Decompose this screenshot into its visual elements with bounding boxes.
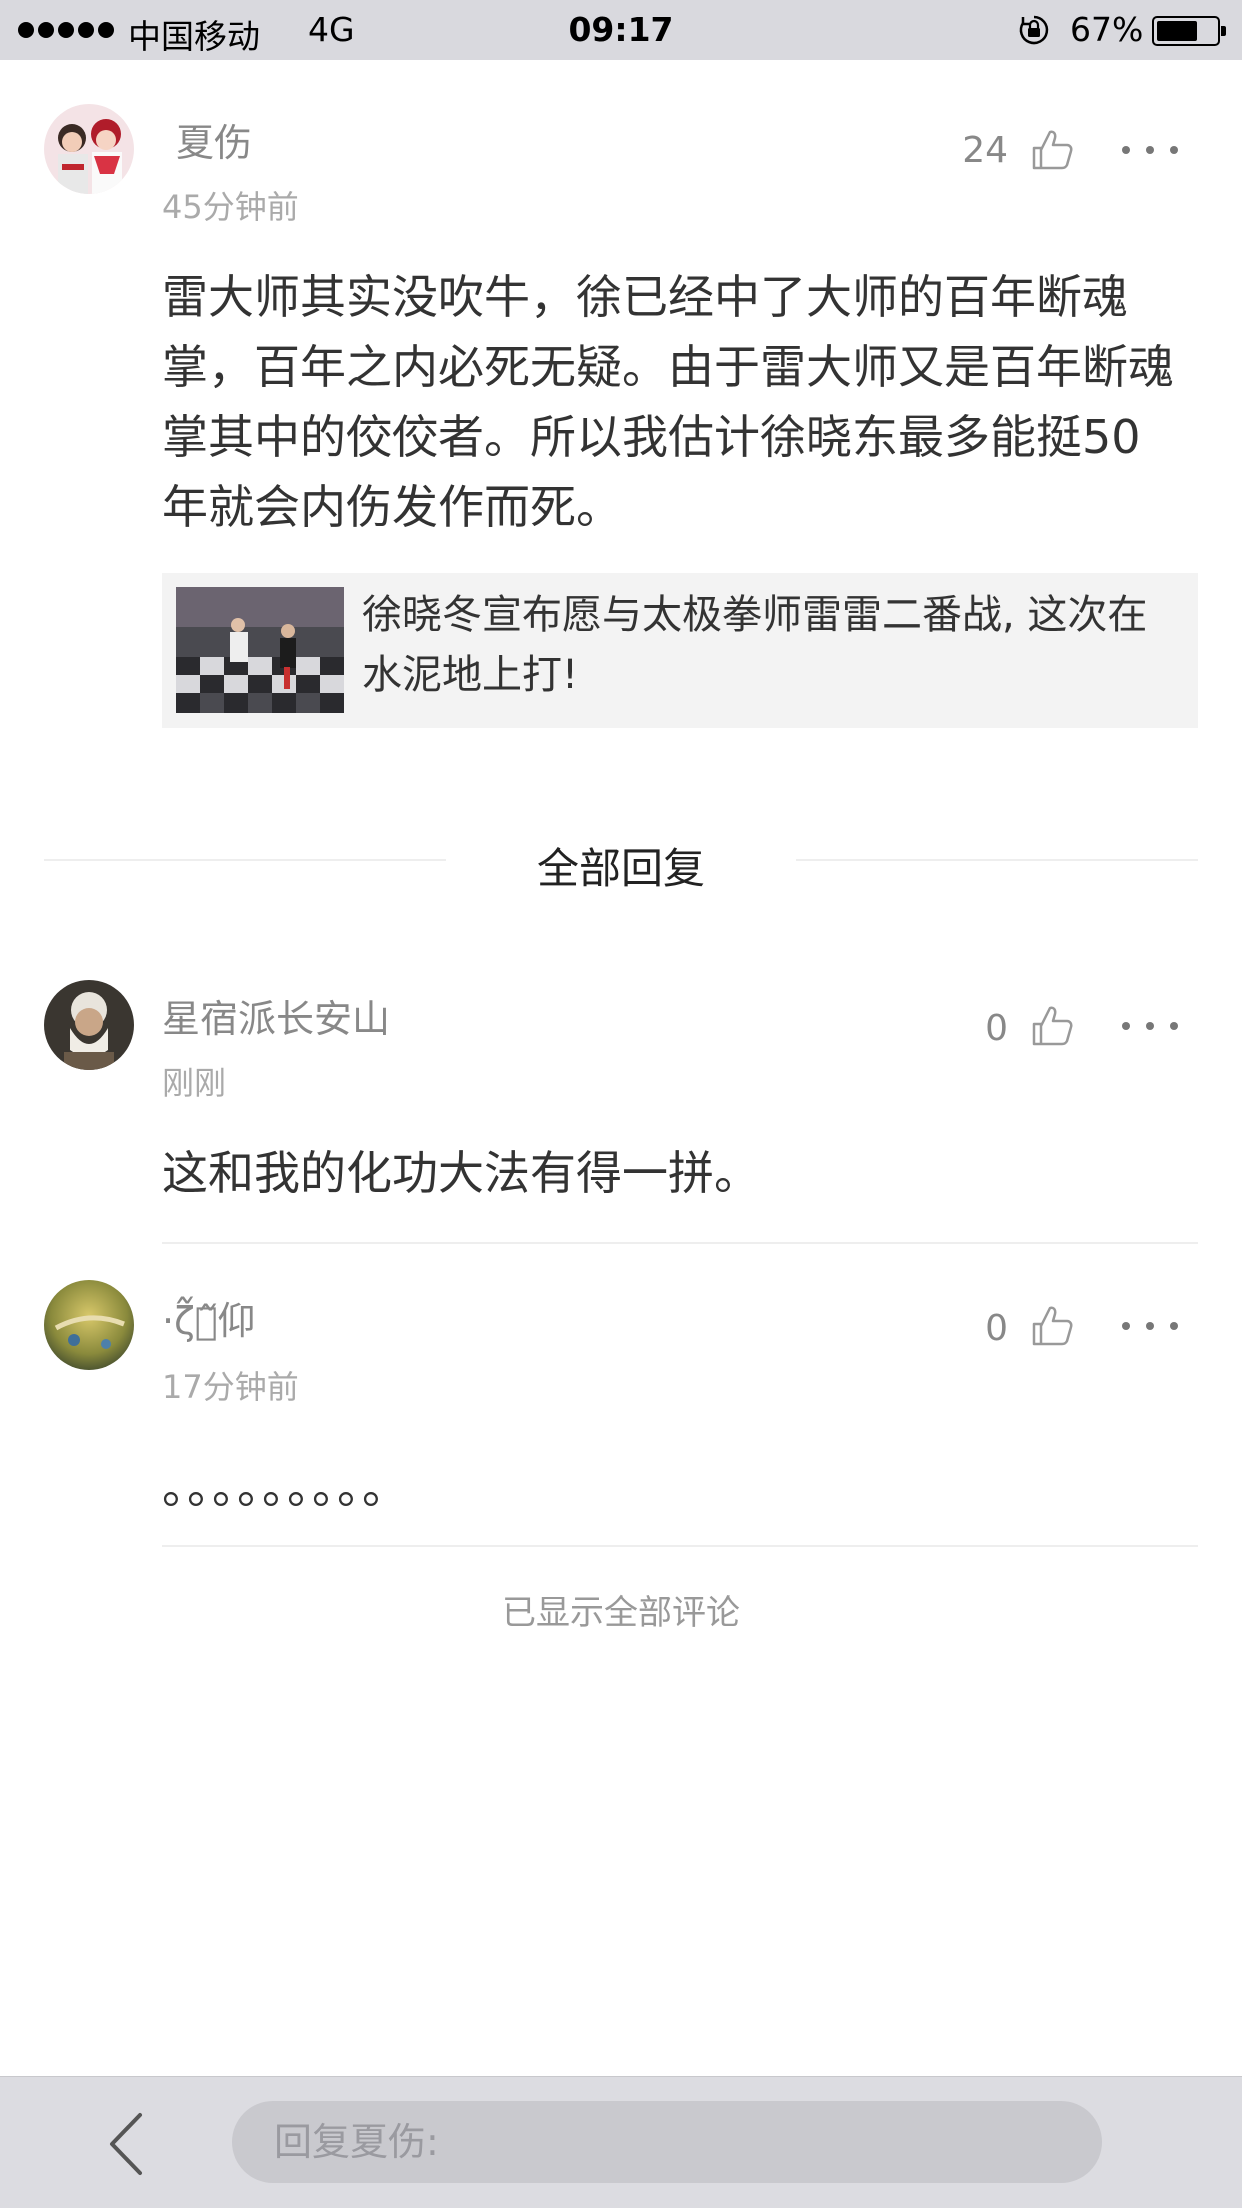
replies-section-header: 全部回复 bbox=[0, 830, 1242, 900]
thumbs-up-icon[interactable] bbox=[1028, 1302, 1076, 1350]
signal-dots-icon bbox=[18, 22, 114, 38]
like-count: 0 bbox=[985, 1008, 1008, 1049]
article-thumbnail bbox=[176, 587, 344, 713]
replies-header-label: 全部回复 bbox=[536, 844, 705, 893]
divider bbox=[162, 1545, 1198, 1547]
reply-input[interactable] bbox=[232, 2101, 1102, 2183]
avatar[interactable] bbox=[44, 980, 134, 1070]
more-options-icon[interactable] bbox=[1122, 1322, 1178, 1334]
all-comments-shown-note: 已显示全部评论 bbox=[502, 1593, 740, 1633]
avatar[interactable] bbox=[44, 1280, 134, 1370]
reply-time: 17分钟前 bbox=[162, 1368, 299, 1406]
reply-time: 刚刚 bbox=[162, 1064, 227, 1102]
back-arrow-icon[interactable] bbox=[104, 2111, 148, 2177]
more-options-icon[interactable] bbox=[1122, 1022, 1178, 1034]
carrier-name: 中国移动 bbox=[128, 17, 260, 56]
thumbs-up-icon[interactable] bbox=[1028, 1002, 1076, 1050]
linked-article-card[interactable]: 徐晓冬宣布愿与太极拳师雷雷二番战, 这次在水泥地上打! bbox=[162, 573, 1198, 728]
thumbs-up-icon[interactable] bbox=[1028, 126, 1076, 174]
divider bbox=[162, 1242, 1198, 1244]
network-type: 4G bbox=[308, 10, 355, 49]
reply-bar bbox=[0, 2076, 1242, 2208]
status-bar: 中国移动 4G 09:17 67% bbox=[0, 0, 1242, 60]
orientation-lock-icon bbox=[1019, 15, 1049, 45]
comment-time: 45分钟前 bbox=[162, 188, 299, 226]
like-count: 0 bbox=[985, 1308, 1008, 1349]
battery-percentage: 67% bbox=[1070, 10, 1144, 49]
comment-username[interactable]: 夏伤 bbox=[176, 112, 252, 167]
more-options-icon[interactable] bbox=[1122, 146, 1178, 158]
reply-username[interactable]: 星宿派长安山 bbox=[162, 988, 390, 1043]
article-title: 徐晓冬宣布愿与太极拳师雷雷二番战, 这次在水泥地上打! bbox=[362, 592, 1148, 698]
reply-content: 。。。。。。。。。 bbox=[162, 1460, 410, 1514]
like-count: 24 bbox=[962, 130, 1008, 171]
comment-content: 雷大师其实没吹牛，徐已经中了大师的百年断魂掌，百年之内必死无疑。由于雷大师又是百… bbox=[162, 270, 1174, 534]
reply-content: 这和我的化功大法有得一拼。 bbox=[162, 1146, 760, 1200]
avatar[interactable] bbox=[44, 104, 134, 194]
reply-username[interactable]: ·ζ᷉信᷉仰 bbox=[162, 1290, 256, 1345]
battery-icon bbox=[1152, 16, 1226, 46]
